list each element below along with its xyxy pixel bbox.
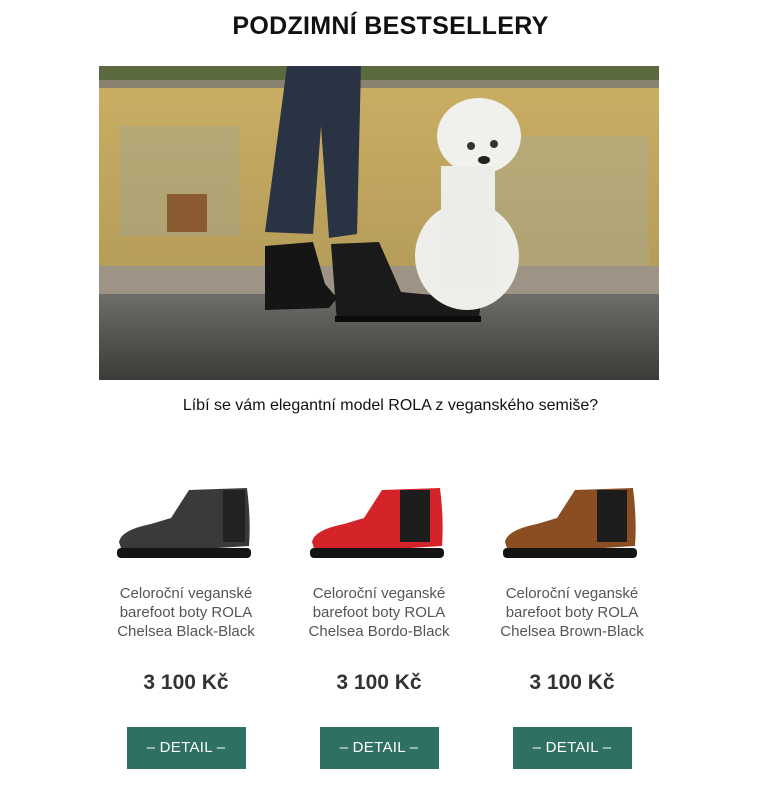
product-card: Celoroční veganské barefoot boty ROLA Ch… bbox=[484, 470, 660, 769]
detail-button[interactable]: – DETAIL – bbox=[512, 727, 632, 769]
product-image[interactable] bbox=[98, 470, 274, 580]
boot-icon bbox=[310, 488, 444, 558]
intro-text: Líbí se vám elegantní model ROLA z vegan… bbox=[182, 397, 599, 414]
hero-image[interactable] bbox=[99, 66, 659, 380]
product-name[interactable]: Celoroční veganské barefoot boty ROLA Ch… bbox=[98, 584, 274, 662]
boot-icon bbox=[117, 488, 251, 558]
product-image[interactable] bbox=[484, 470, 660, 580]
section-title: PODZIMNÍ BESTSELLERY bbox=[232, 12, 549, 40]
product-card: Celoroční veganské barefoot boty ROLA Ch… bbox=[291, 470, 467, 769]
product-price: 3 100 Kč bbox=[336, 671, 422, 694]
product-price: 3 100 Kč bbox=[143, 671, 229, 694]
hero-photo bbox=[99, 66, 659, 380]
product-name[interactable]: Celoroční veganské barefoot boty ROLA Ch… bbox=[291, 584, 467, 662]
boot-icon bbox=[503, 488, 637, 558]
detail-button[interactable]: – DETAIL – bbox=[319, 727, 439, 769]
product-image[interactable] bbox=[291, 470, 467, 580]
product-name[interactable]: Celoroční veganské barefoot boty ROLA Ch… bbox=[484, 584, 660, 662]
detail-button[interactable]: – DETAIL – bbox=[126, 727, 246, 769]
product-price: 3 100 Kč bbox=[529, 671, 615, 694]
product-card: Celoroční veganské barefoot boty ROLA Ch… bbox=[98, 470, 274, 769]
